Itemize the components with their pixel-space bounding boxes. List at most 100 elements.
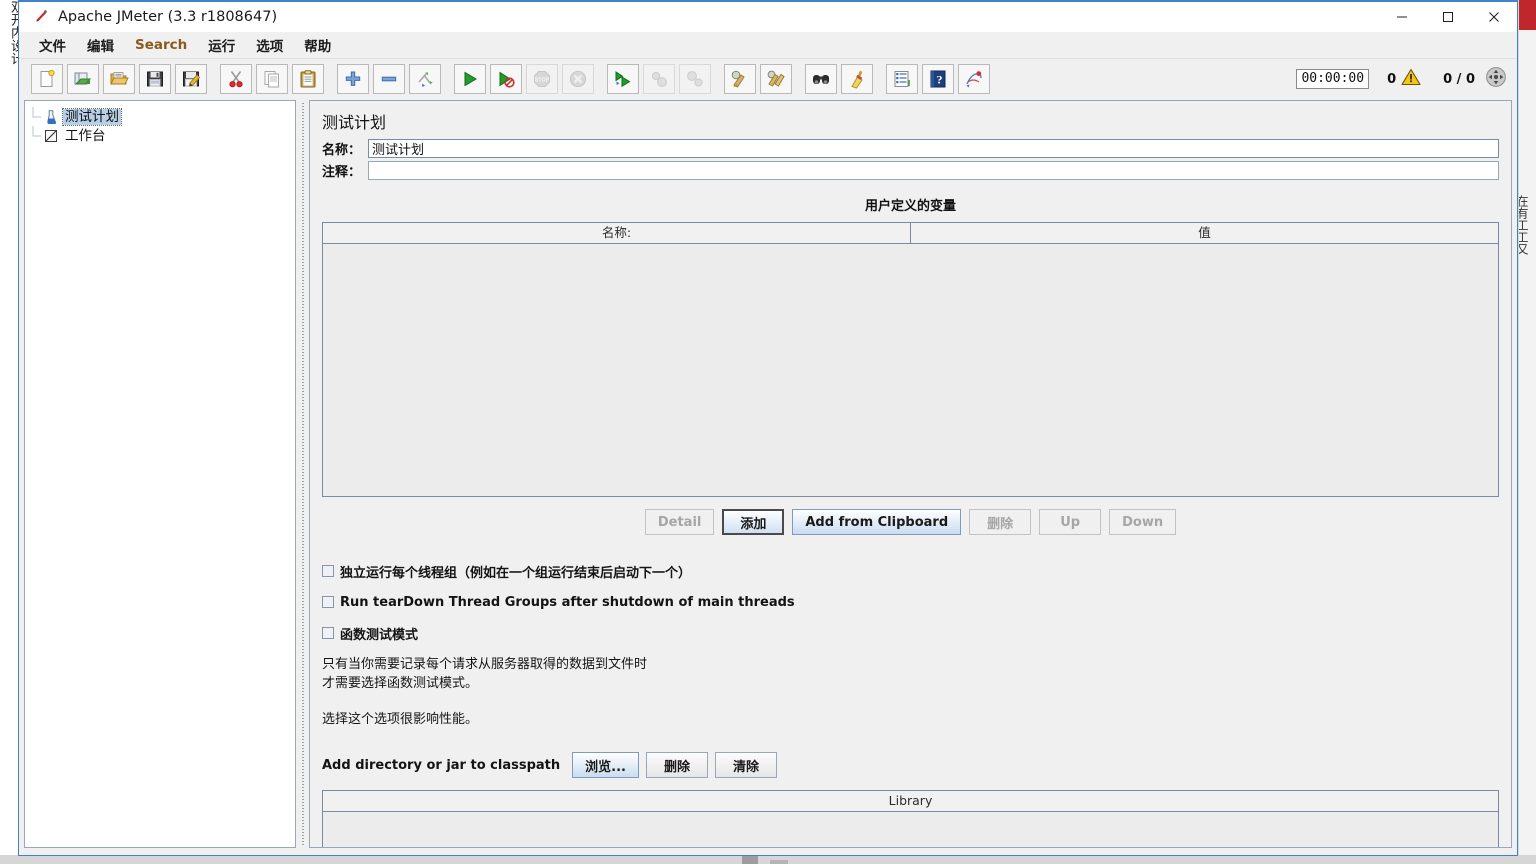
page-title: 测试计划 [322, 113, 387, 132]
classpath-label: Add directory or jar to classpath [322, 757, 561, 773]
toolbar-remote-stop-all[interactable] [643, 64, 675, 94]
toolbar-save[interactable] [139, 64, 171, 94]
checkbox-box-serialize[interactable] [322, 565, 334, 577]
checkbox-box-teardown[interactable] [322, 596, 334, 608]
name-input[interactable] [368, 139, 1499, 158]
test-plan-tree[interactable]: 测试计划 工作台 [24, 100, 296, 848]
classpath-clear-button[interactable]: 清除 [714, 752, 777, 778]
classpath-delete-button[interactable]: 删除 [645, 752, 708, 778]
panel-splitter[interactable] [298, 99, 308, 851]
checkbox-run-teardown[interactable]: Run tearDown Thread Groups after shutdow… [322, 593, 1511, 611]
toolbar-separator-4 [596, 59, 605, 99]
toolbar-separator-5 [713, 59, 722, 99]
background-window-left[interactable]: 双开内设计 [0, 0, 20, 864]
toolbar-group-file [29, 64, 209, 94]
checkbox-functional-mode[interactable]: 函数测试模式 [322, 624, 1511, 643]
description-gap [322, 693, 1511, 710]
udv-table-body[interactable] [323, 244, 1498, 496]
window-controls [1379, 2, 1517, 32]
toolbar-save-as[interactable] [175, 64, 207, 94]
add-from-clipboard-button[interactable]: Add from Clipboard [792, 509, 962, 535]
menu-help[interactable]: 帮助 [296, 33, 339, 57]
toolbar-remote-shutdown-all[interactable] [679, 64, 711, 94]
toolbar-new[interactable] [31, 64, 63, 94]
comment-input[interactable] [368, 161, 1499, 180]
menu-search[interactable]: Search [127, 35, 195, 55]
menubar: 文件 编辑 Search 运行 选项 帮助 [19, 32, 1517, 59]
up-button[interactable]: Up [1039, 509, 1102, 535]
svg-text:?: ? [937, 73, 943, 87]
toolbar-remote-start-all[interactable] [607, 64, 639, 94]
udv-column-name[interactable]: 名称: [323, 223, 911, 243]
toolbar-expand-all[interactable] [337, 64, 369, 94]
toolbar-cut[interactable] [220, 64, 252, 94]
toolbar-undo[interactable] [958, 64, 990, 94]
jmeter-feather-icon [33, 9, 49, 25]
toolbar-toggle[interactable] [409, 64, 441, 94]
toolbar-open[interactable] [103, 64, 135, 94]
add-button[interactable]: 添加 [722, 509, 785, 535]
background-window-right[interactable]: 在有工工又 [1519, 0, 1536, 864]
name-field-row: 名称： [322, 139, 1499, 158]
minimize-button[interactable] [1379, 2, 1425, 32]
down-button[interactable]: Down [1109, 509, 1177, 535]
tree-item-label: 测试计划 [62, 107, 122, 126]
description-line-1: 只有当你需要记录每个请求从服务器取得的数据到文件时 [322, 657, 648, 672]
menu-edit[interactable]: 编辑 [79, 33, 122, 57]
toolbar-paste[interactable] [292, 64, 324, 94]
browse-button[interactable]: 浏览... [572, 752, 639, 778]
toolbar-copy[interactable] [256, 64, 288, 94]
toolbar-start[interactable] [454, 64, 486, 94]
toolbar-reset-search[interactable] [841, 64, 873, 94]
toolbar-shutdown[interactable] [562, 64, 594, 94]
toolbar-stop[interactable]: STOP [526, 64, 558, 94]
checkbox-label-teardown: Run tearDown Thread Groups after shutdow… [340, 594, 795, 610]
menu-run[interactable]: 运行 [200, 33, 243, 57]
window-title: Apache JMeter (3.3 r1808647) [58, 9, 278, 25]
toolbar-separator-2 [326, 59, 335, 99]
menu-options[interactable]: 选项 [248, 33, 291, 57]
toolbar-templates[interactable] [67, 64, 99, 94]
warning-triangle-icon[interactable] [1401, 68, 1421, 90]
toolbar-group-tree [335, 64, 443, 94]
menu-file[interactable]: 文件 [31, 33, 74, 57]
expand-arrows-icon[interactable] [1485, 66, 1507, 92]
user-defined-variables-title: 用户定义的变量 [864, 199, 956, 214]
classpath-row: Add directory or jar to classpath 浏览... … [322, 752, 1511, 778]
checkbox-serialize-threadgroups[interactable]: 独立运行每个线程组（例如在一个组运行结束后启动下一个） [322, 562, 1511, 581]
toolbar-group-help: ? [884, 64, 992, 94]
functional-mode-description: 只有当你需要记录每个请求从服务器取得的数据到文件时 才需要选择函数测试模式。 选… [322, 655, 1511, 729]
library-table-body[interactable] [323, 812, 1498, 847]
toolbar-start-no-pauses[interactable] [490, 64, 522, 94]
toolbar-group-run: STOP [452, 64, 596, 94]
toolbar-group-remote [605, 64, 713, 94]
toolbar-group-clear [722, 64, 794, 94]
toolbar-function-helper[interactable] [886, 64, 918, 94]
toolbar-clear[interactable] [724, 64, 756, 94]
checkbox-box-functional[interactable] [322, 627, 334, 639]
tree-item-test-plan[interactable]: 测试计划 [25, 107, 295, 126]
toolbar-separator-1 [209, 59, 218, 99]
detail-button[interactable]: Detail [644, 509, 715, 535]
taskbar-nub [742, 855, 758, 864]
udv-column-value[interactable]: 值 [911, 223, 1498, 243]
comment-field-row: 注释： [322, 161, 1499, 180]
taskbar-strip [0, 855, 1536, 864]
tree-item-workbench[interactable]: 工作台 [25, 126, 295, 145]
delete-button[interactable]: 删除 [969, 509, 1032, 535]
splitter-grip [302, 103, 304, 847]
library-table[interactable]: Library [322, 790, 1499, 847]
window-titlebar[interactable]: Apache JMeter (3.3 r1808647) [19, 2, 1517, 32]
toolbar-help[interactable]: ? [922, 64, 954, 94]
toolbar-collapse-all[interactable] [373, 64, 405, 94]
toolbar: STOP ? 00:00:00 0 0 / 0 [19, 59, 1517, 100]
toolbar-clear-all[interactable] [760, 64, 792, 94]
description-line-2: 才需要选择函数测试模式。 [322, 676, 479, 691]
user-defined-variables-table[interactable]: 名称: 值 [322, 222, 1499, 497]
toolbar-search[interactable] [805, 64, 837, 94]
library-column[interactable]: Library [323, 791, 1498, 811]
udv-button-row: Detail 添加 Add from Clipboard 删除 Up Down [310, 509, 1511, 535]
close-button[interactable] [1471, 2, 1517, 32]
maximize-button[interactable] [1425, 2, 1471, 32]
tree-elbow-icon-2 [32, 126, 43, 145]
